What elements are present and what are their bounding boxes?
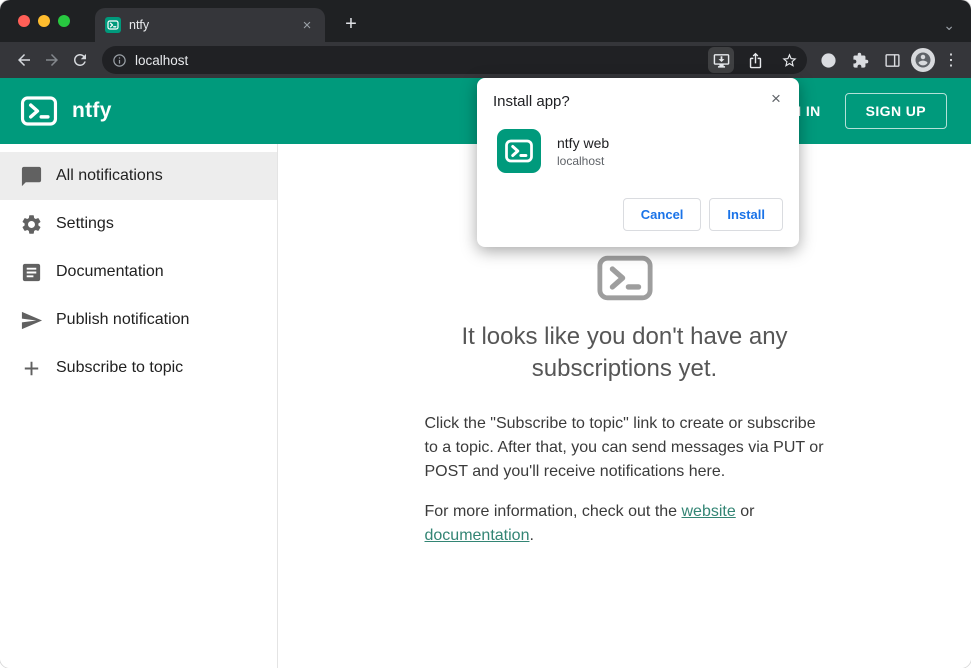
- install-app-icon: [713, 53, 729, 68]
- toolbar-right-icons: ⋮: [815, 47, 961, 73]
- extensions-puzzle-icon: [852, 52, 868, 68]
- dialog-app-texts: ntfy web localhost: [557, 135, 609, 168]
- sidebar-item-settings[interactable]: Settings: [0, 200, 277, 248]
- empty-state-heading: It looks like you don't have any subscri…: [461, 323, 788, 383]
- close-window-button[interactable]: [18, 15, 30, 27]
- zoom-window-button[interactable]: [58, 15, 70, 27]
- browser-window: ntfy × + ⌄ localhost ⋮ ntfy IN SIGN UP A…: [0, 0, 971, 668]
- install-app-button[interactable]: [708, 47, 734, 73]
- sign-up-button[interactable]: SIGN UP: [844, 93, 947, 129]
- dialog-app-origin: localhost: [557, 153, 605, 168]
- sidebar-item-label: All notifications: [56, 167, 163, 184]
- sidebar-item-label: Settings: [56, 215, 114, 232]
- install-app-dialog: Install app? × ntfy web localhost Cancel…: [477, 78, 799, 247]
- password-manager-extension-button[interactable]: [815, 47, 841, 73]
- browser-menu-button[interactable]: ⋮: [941, 50, 961, 70]
- new-tab-button[interactable]: +: [339, 12, 363, 36]
- dialog-app-name: ntfy web: [557, 134, 610, 151]
- documentation-link[interactable]: documentation: [425, 527, 530, 544]
- sidebar-item-publish-notification[interactable]: Publish notification: [0, 296, 277, 344]
- bookmark-star-icon: [781, 52, 797, 67]
- share-icon: [749, 52, 761, 68]
- install-button[interactable]: Install: [709, 198, 783, 231]
- minimize-window-button[interactable]: [38, 15, 50, 27]
- profile-person-icon: [915, 52, 931, 68]
- sidebar-item-label: Subscribe to topic: [56, 359, 184, 376]
- tab-title: ntfy: [129, 18, 150, 32]
- brand-title: ntfy: [72, 99, 112, 122]
- ntfy-favicon-icon: [105, 17, 121, 33]
- sidebar-item-subscribe-to-topic[interactable]: Subscribe to topic: [0, 344, 277, 392]
- dialog-title: Install app?: [493, 93, 570, 110]
- back-button[interactable]: [10, 46, 38, 74]
- gear-icon: [22, 214, 41, 234]
- bookmark-button[interactable]: [776, 47, 802, 73]
- article-icon: [22, 263, 41, 281]
- reload-icon: [74, 54, 86, 66]
- more-info-middle: or: [735, 502, 755, 520]
- reload-button[interactable]: [66, 46, 94, 74]
- url-text: localhost: [135, 52, 189, 68]
- sidebar: All notifications Settings Documentation…: [0, 144, 278, 668]
- more-info-prefix: For more information, check out the: [424, 502, 682, 520]
- more-info-suffix: .: [529, 526, 534, 544]
- profile-avatar[interactable]: [911, 48, 935, 72]
- empty-state-logo-icon: [596, 255, 653, 301]
- empty-state-paragraph: Click the "Subscribe to topic" link to c…: [424, 414, 824, 480]
- browser-tab-ntfy[interactable]: ntfy ×: [95, 8, 325, 42]
- chat-icon: [21, 166, 42, 186]
- password-manager-keyhole-icon: [820, 52, 836, 68]
- cancel-button[interactable]: Cancel: [622, 198, 702, 231]
- forward-icon: [46, 54, 58, 66]
- dialog-app-row: ntfy web localhost: [493, 129, 783, 173]
- website-link[interactable]: website: [682, 503, 736, 520]
- tab-search-chevron-icon[interactable]: ⌄: [943, 17, 955, 34]
- back-icon: [18, 54, 30, 66]
- site-info-icon[interactable]: [112, 53, 127, 68]
- tab-close-icon[interactable]: ×: [299, 17, 315, 33]
- ntfy-logo-icon: [20, 96, 58, 126]
- sidebar-item-all-notifications[interactable]: All notifications: [0, 152, 277, 200]
- dialog-close-icon[interactable]: ×: [766, 89, 786, 109]
- traffic-lights: [18, 15, 70, 27]
- empty-state-body: Click the "Subscribe to topic" link to c…: [425, 386, 825, 548]
- sidebar-item-documentation[interactable]: Documentation: [0, 248, 277, 296]
- sidebar-item-label: Publish notification: [56, 311, 190, 328]
- side-panel-button[interactable]: [879, 47, 905, 73]
- ntfy-app-icon: [497, 129, 541, 173]
- empty-state-more-info: For more information, check out the webs…: [425, 500, 825, 548]
- extensions-button[interactable]: [847, 47, 873, 73]
- sidebar-item-label: Documentation: [56, 263, 164, 280]
- browser-toolbar: localhost ⋮: [0, 42, 971, 78]
- forward-button[interactable]: [38, 46, 66, 74]
- titlebar: ntfy × + ⌄: [0, 0, 971, 42]
- side-panel-icon: [884, 53, 900, 67]
- send-icon: [21, 311, 43, 329]
- share-button[interactable]: [742, 47, 768, 73]
- plus-icon: [24, 361, 39, 375]
- address-bar[interactable]: localhost: [102, 46, 807, 74]
- dialog-actions: Cancel Install: [493, 198, 783, 231]
